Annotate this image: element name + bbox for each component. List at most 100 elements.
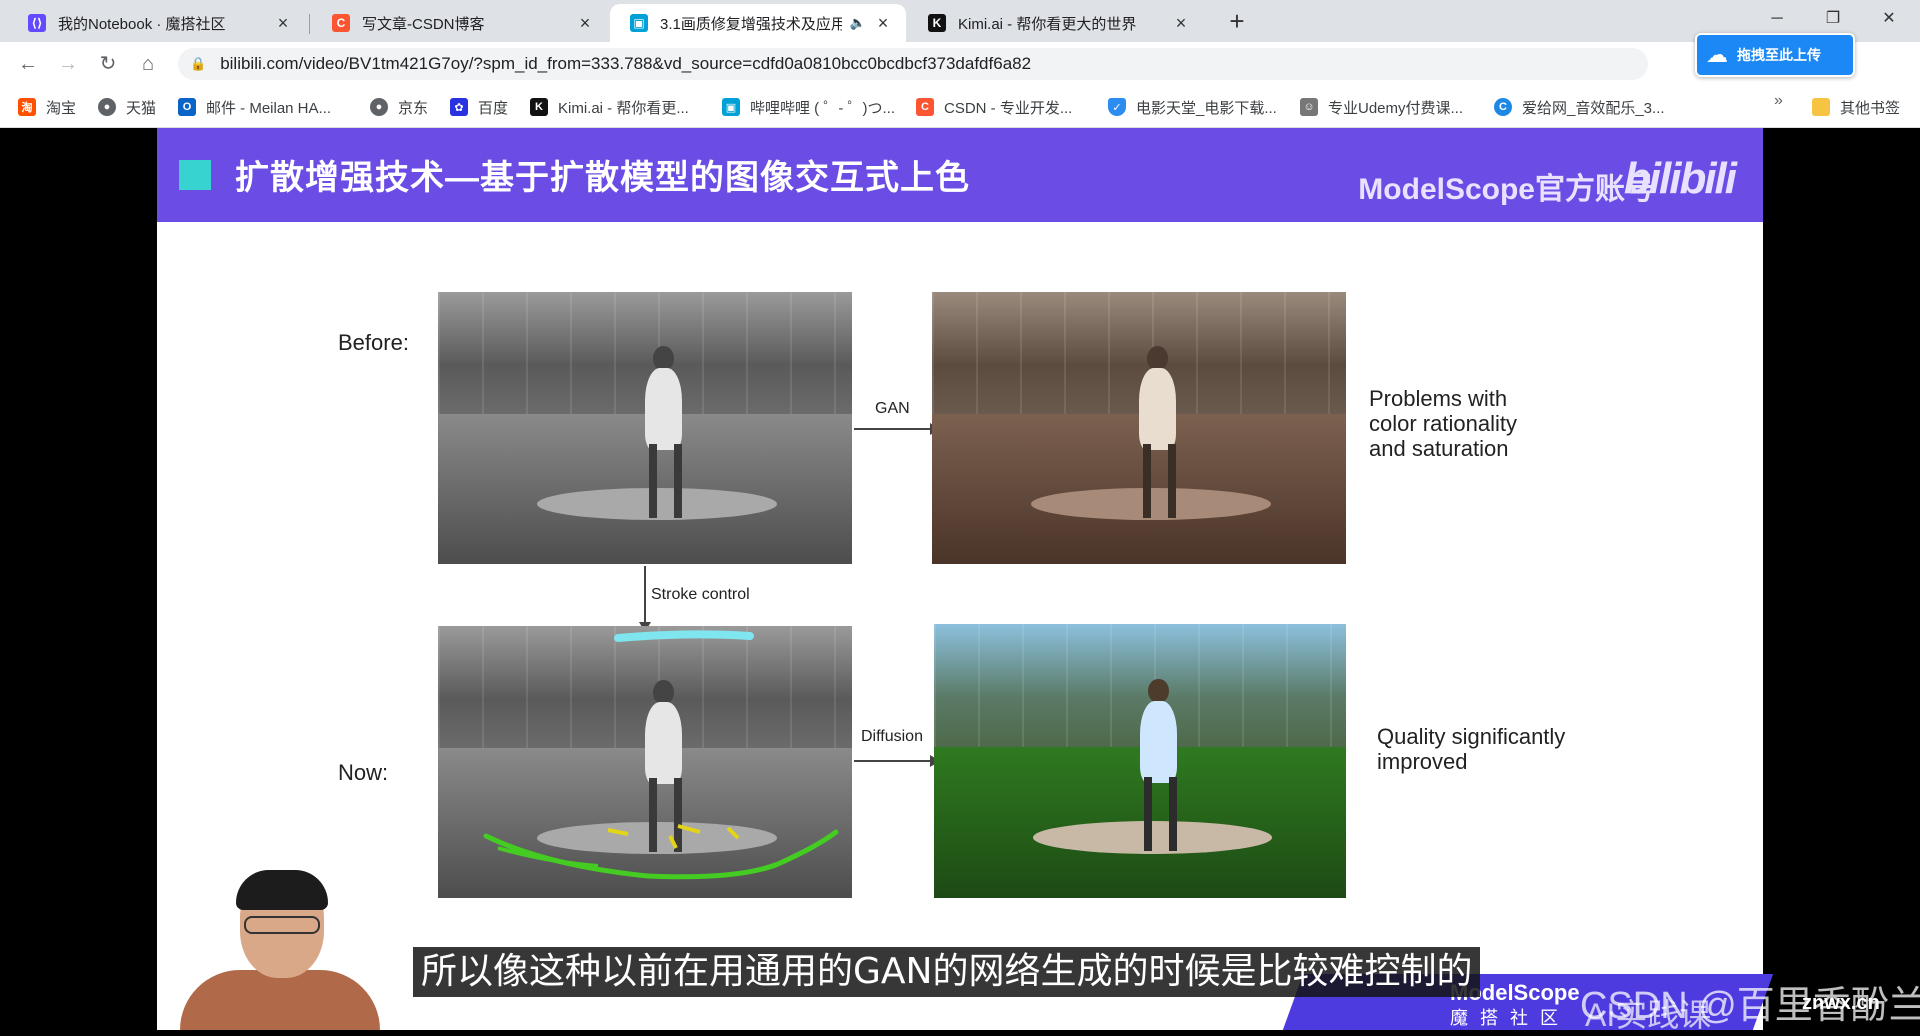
bookmark-kimi[interactable]: K Kimi.ai - 帮你看更... (530, 96, 689, 118)
tab-bilibili-video[interactable]: ▣ 3.1画质修复增强技术及应用 🔈 × (610, 4, 906, 42)
aigei-icon: C (1494, 98, 1512, 116)
upload-label: 拖拽至此上传 (1737, 47, 1821, 63)
presenter-glasses (244, 916, 320, 934)
bookmark-label: CSDN - 专业开发... (944, 99, 1073, 117)
shield-icon: ✓ (1108, 98, 1126, 116)
presenter-hair (236, 870, 328, 910)
bookmark-label: Kimi.ai - 帮你看更... (558, 99, 689, 117)
diffusion-label: Diffusion (861, 728, 923, 745)
bilibili-logo: bilibili (1623, 154, 1737, 203)
bookmark-label: 天猫 (126, 99, 157, 117)
upload-drop-button[interactable]: ☁ 拖拽至此上传 (1695, 33, 1855, 77)
bookmark-taobao[interactable]: 淘淘宝 (18, 96, 76, 118)
tab-kimi[interactable]: K Kimi.ai - 帮你看更大的世界 × (908, 4, 1204, 42)
diffusion-note-line: Quality significantly (1377, 724, 1566, 749)
bookmark-bilibili[interactable]: ▣ 哔哩哔哩 ( ゜- ゜)つ... (722, 96, 895, 118)
bookmark-tmall[interactable]: ● 天猫 (98, 96, 156, 118)
modelscope-icon: ⟨⟩ (28, 14, 46, 32)
bookmark-label: 电影天堂_电影下载... (1136, 99, 1277, 117)
kimi-icon: K (928, 14, 946, 32)
csdn-icon: C (916, 98, 934, 116)
bookmark-udemy[interactable]: ☺ 专业Udemy付费课... (1300, 96, 1463, 118)
modelscope-watermark-cn: 魔搭社区 (1450, 1008, 1570, 1028)
home-icon[interactable]: ⌂ (134, 50, 162, 78)
before-label: Before: (338, 330, 409, 355)
url-text: bilibili.com/video/BV1tm421G7oy/?spm_id_… (220, 54, 1032, 73)
kimi-icon: K (530, 98, 548, 116)
lock-icon[interactable]: 🔒 (190, 56, 206, 72)
bookmark-baidu[interactable]: ✿ 百度 (450, 96, 508, 118)
arrow-gan (854, 423, 940, 435)
arrow-diffusion (854, 755, 940, 767)
gan-label: GAN (875, 400, 910, 417)
close-icon[interactable]: × (874, 13, 892, 34)
globe-icon: ● (370, 98, 388, 116)
presenter-shirt (180, 970, 380, 1030)
bookmark-label: 哔哩哔哩 ( ゜- ゜)つ... (750, 99, 895, 117)
bookmark-outlook[interactable]: O 邮件 - Meilan HA... (178, 96, 331, 118)
tab-separator (309, 14, 310, 34)
people-icon: ☺ (1300, 98, 1318, 116)
bookmark-label: 其他书签 (1840, 99, 1901, 117)
bookmark-dytt[interactable]: ✓ 电影天堂_电影下载... (1108, 96, 1277, 118)
bilibili-icon: ▣ (722, 98, 740, 116)
gan-note-line: color rationality (1369, 411, 1517, 436)
gan-note-line: and saturation (1369, 436, 1509, 461)
stroke-control-label: Stroke control (651, 586, 750, 603)
photo-diffusion-colorized (934, 624, 1346, 898)
url-input[interactable]: 🔒 bilibili.com/video/BV1tm421G7oy/?spm_i… (178, 48, 1648, 80)
diffusion-note: Quality significantly improved (1377, 724, 1565, 774)
tab-modelscope-notebook[interactable]: ⟨⟩ 我的Notebook · 魔搭社区 × (8, 4, 306, 42)
close-icon[interactable]: × (576, 13, 594, 34)
bookmarks-bar: 淘淘宝 ● 天猫 O 邮件 - Meilan HA... ● 京东 ✿ 百度 K Kimi… (0, 86, 1920, 128)
baidu-icon: ✿ (450, 98, 468, 116)
back-arrow-icon[interactable]: ← (14, 50, 42, 78)
tab-label: 3.1画质修复增强技术及应用 (660, 15, 842, 33)
photo-stroke-input (438, 626, 852, 898)
slide: 扩散增强技术—基于扩散模型的图像交互式上色 ModelScope官方账号 bil… (157, 128, 1763, 1030)
bookmark-label: 淘宝 (46, 99, 77, 117)
chevron-right-icon[interactable]: » (1774, 92, 1783, 110)
close-icon[interactable]: × (274, 13, 292, 34)
tab-label: 我的Notebook · 魔搭社区 (58, 15, 226, 33)
video-player[interactable]: 扩散增强技术—基于扩散模型的图像交互式上色 ModelScope官方账号 bil… (0, 128, 1920, 1033)
diffusion-note-line: improved (1377, 749, 1468, 774)
tab-label: 写文章-CSDN博客 (362, 15, 485, 33)
user-strokes (483, 630, 839, 880)
folder-icon (1812, 98, 1830, 116)
modelscope-brand: ModelScope官方账号 (1358, 173, 1655, 206)
gan-note: Problems with color rationality and satu… (1369, 386, 1517, 461)
close-window-button[interactable]: ✕ (1866, 0, 1912, 38)
slide-header: 扩散增强技术—基于扩散模型的图像交互式上色 ModelScope官方账号 bil… (157, 128, 1763, 222)
photo-gan-colorized (932, 292, 1346, 564)
outlook-icon: O (178, 98, 196, 116)
znwx-watermark: znwx.cn (1802, 992, 1880, 1014)
bookmark-jd[interactable]: ● 京东 (370, 96, 428, 118)
arrow-stroke-control (639, 566, 651, 632)
speaker-icon[interactable]: 🔈 (850, 15, 866, 31)
video-subtitle: 所以像这种以前在用通用的GAN的网络生成的时候是比较难控制的 (413, 947, 1481, 997)
cloud-icon: ☁ (1706, 42, 1728, 67)
slide-title: 扩散增强技术—基于扩散模型的图像交互式上色 (235, 159, 970, 197)
ai-course-watermark: AI实践课 (1585, 997, 1712, 1033)
bookmark-aigei[interactable]: C 爱给网_音效配乐_3... (1494, 96, 1665, 118)
close-icon[interactable]: × (1172, 13, 1190, 34)
bookmark-other-folder[interactable]: 其他书签 (1812, 96, 1900, 118)
bilibili-icon: ▣ (630, 14, 648, 32)
presenter-webcam (180, 870, 380, 1030)
bookmark-label: 专业Udemy付费课... (1328, 99, 1464, 117)
taobao-icon: 淘 (18, 98, 36, 116)
accent-square (179, 160, 211, 190)
bookmark-label: 邮件 - Meilan HA... (206, 99, 332, 117)
now-label: Now: (338, 760, 389, 785)
tab-csdn-write[interactable]: C 写文章-CSDN博客 × (312, 4, 608, 42)
tab-strip: ⟨⟩ 我的Notebook · 魔搭社区 × C 写文章-CSDN博客 × ▣ … (0, 0, 1920, 42)
new-tab-button[interactable]: + (1222, 6, 1252, 36)
tab-label: Kimi.ai - 帮你看更大的世界 (958, 15, 1137, 33)
bookmark-csdn[interactable]: C CSDN - 专业开发... (916, 96, 1072, 118)
csdn-icon: C (332, 14, 350, 32)
gan-note-line: Problems with (1369, 386, 1508, 411)
forward-arrow-icon[interactable]: → (54, 50, 82, 78)
reload-icon[interactable]: ↻ (94, 50, 122, 78)
bookmark-label: 百度 (478, 99, 509, 117)
